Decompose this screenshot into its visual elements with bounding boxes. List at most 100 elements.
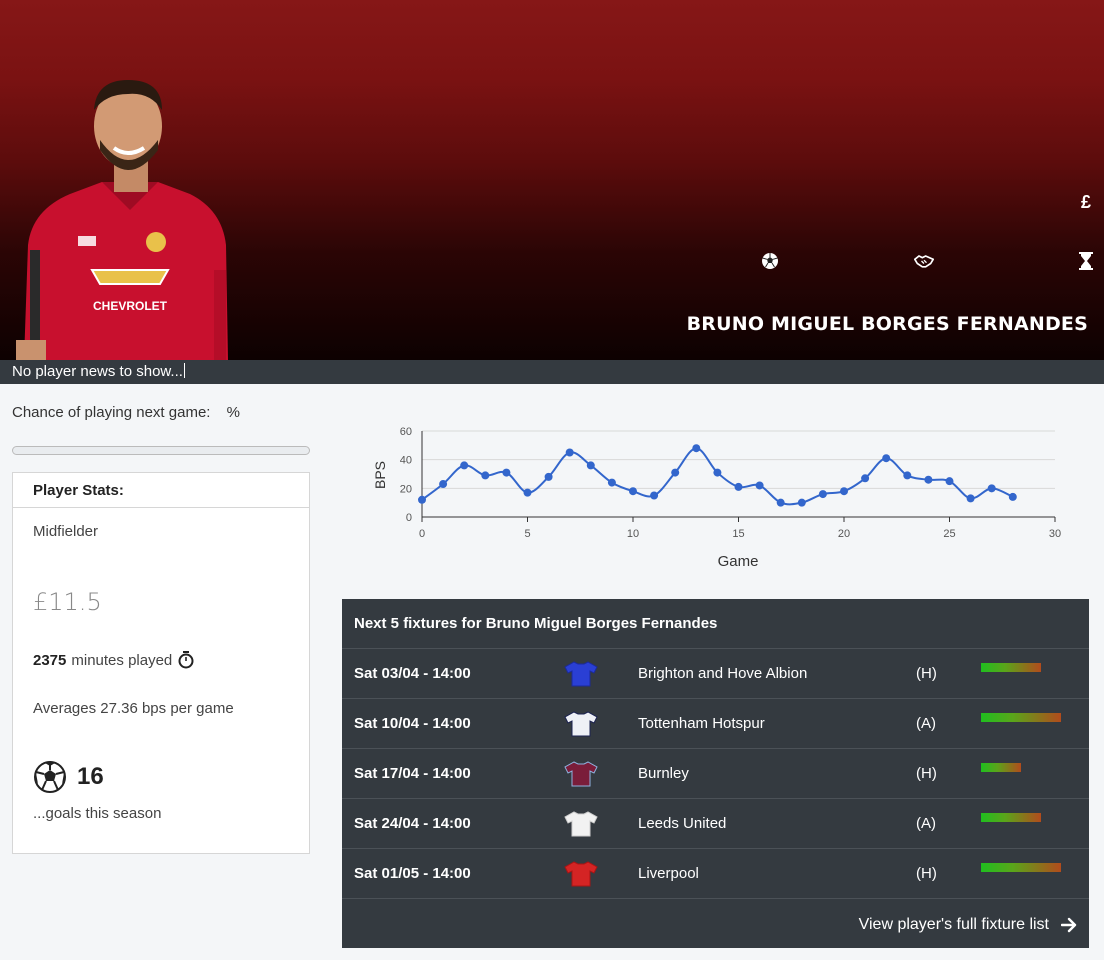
arrow-right-icon[interactable]	[1061, 917, 1077, 933]
chart-x-axis-label: Game	[718, 553, 759, 570]
chart-y-axis-label: BPS	[372, 461, 388, 489]
chart-point	[818, 490, 827, 499]
chart-point	[1008, 492, 1017, 501]
fixture-venue: (H)	[916, 765, 937, 782]
chart-y-tick: 20	[400, 483, 412, 495]
fixture-venue: (A)	[916, 815, 936, 832]
minutes-played: 2375 minutes played	[33, 651, 194, 669]
fixture-venue: (H)	[916, 865, 937, 882]
chart-point	[481, 471, 490, 480]
fixture-row: Sat 10/04 - 14:00 Tottenham Hotspur (A)	[342, 699, 1089, 749]
player-price: £11.5	[33, 588, 102, 616]
chart-point	[966, 494, 975, 503]
fixture-date: Sat 10/04 - 14:00	[354, 715, 471, 732]
full-fixture-list-label[interactable]: View player's full fixture list	[859, 916, 1049, 934]
chart-point	[924, 475, 933, 484]
fixture-difficulty-bar	[981, 813, 1041, 822]
team-shirt-icon	[564, 811, 598, 837]
chart-point	[713, 468, 722, 477]
fixture-difficulty-bar	[981, 863, 1061, 872]
chart-point	[523, 488, 532, 497]
fixture-row: Sat 17/04 - 14:00 Burnley (H)	[342, 749, 1089, 799]
chart-point	[692, 444, 701, 453]
fixture-date: Sat 17/04 - 14:00	[354, 765, 471, 782]
chart-point	[734, 482, 743, 491]
fixture-opponent: Brighton and Hove Albion	[638, 665, 808, 682]
fixture-row: Sat 01/05 - 14:00 Liverpool (H)	[342, 849, 1089, 899]
chart-point	[987, 484, 996, 493]
chart-point	[607, 478, 616, 487]
chart-point	[439, 480, 448, 489]
player-stats-header: Player Stats:	[13, 473, 309, 508]
chart-point	[797, 498, 806, 507]
chart-x-tick: 5	[524, 528, 530, 540]
chart-point	[650, 491, 659, 500]
chart-point	[671, 468, 680, 477]
bps-chart: 0 20 40 60 0 5 10 15 20 25 30 Game BPS	[342, 414, 1088, 574]
svg-text:CHEVROLET: CHEVROLET	[93, 299, 168, 313]
bps-chart-svg: 0 20 40 60 0 5 10 15 20 25 30 Game BPS	[372, 426, 1061, 570]
player-position: Midfielder	[33, 523, 99, 540]
chart-point	[776, 498, 785, 507]
handshake-icon	[914, 255, 934, 268]
fixture-difficulty-bar	[981, 713, 1061, 722]
football-icon	[34, 761, 66, 793]
fixture-opponent: Liverpool	[638, 865, 699, 882]
fixture-date: Sat 24/04 - 14:00	[354, 815, 471, 832]
player-name: BRUNO MIGUEL BORGES FERNANDES	[686, 313, 1088, 335]
minutes-label: minutes played	[71, 651, 173, 669]
chart-x-tick: 0	[419, 528, 425, 540]
player-stats-card: Player Stats: Midfielder £11.5 2375 minu…	[12, 472, 310, 854]
price-icon: £	[1080, 191, 1091, 212]
fixture-opponent: Tottenham Hotspur	[638, 715, 765, 732]
team-shirt-icon	[564, 661, 598, 687]
chart-y-tick: 60	[400, 426, 412, 438]
chance-of-playing: Chance of playing next game: %	[12, 404, 240, 421]
chart-point	[565, 448, 574, 457]
player-news-bar: No player news to show...	[0, 360, 1104, 384]
team-shirt-icon	[564, 761, 598, 787]
minutes-value: 2375	[33, 651, 67, 669]
fixture-venue: (A)	[916, 715, 936, 732]
chart-point	[945, 477, 954, 486]
chance-unit: %	[226, 404, 240, 421]
chart-x-tick: 15	[732, 528, 744, 540]
chart-y-tick: 40	[400, 455, 412, 467]
fixture-venue: (H)	[916, 665, 937, 682]
chart-x-tick: 25	[943, 528, 955, 540]
chance-label: Chance of playing next game:	[12, 404, 211, 421]
fixture-difficulty-bar	[981, 763, 1021, 772]
goals-value: 16	[77, 763, 104, 790]
text-cursor	[183, 363, 185, 378]
fixture-date: Sat 01/05 - 14:00	[354, 865, 471, 882]
bps-average: Averages 27.36 bps per game	[33, 700, 234, 717]
football-icon	[762, 253, 778, 269]
chance-progress-bar	[12, 446, 310, 455]
fixture-row: Sat 03/04 - 14:00 Brighton and Hove Albio…	[342, 649, 1089, 699]
fixture-date: Sat 03/04 - 14:00	[354, 665, 471, 682]
player-news-text: No player news to show...	[12, 363, 183, 380]
stopwatch-icon	[178, 651, 194, 669]
chart-point	[861, 474, 870, 483]
chart-x-tick: 30	[1049, 528, 1061, 540]
goals-stat: 16	[33, 760, 104, 794]
fixture-opponent: Burnley	[638, 765, 689, 782]
goals-label: ...goals this season	[33, 805, 162, 822]
chart-point	[755, 481, 764, 490]
fixtures-title: Next 5 fixtures for Bruno Miguel Borges …	[342, 599, 1089, 649]
player-hero: CHEVROLET £ BRUNO MIGUEL BORGES FERNANDE…	[0, 0, 1104, 360]
hourglass-icon	[1079, 252, 1093, 270]
chart-point	[544, 472, 553, 481]
player-photo: CHEVROLET	[16, 80, 228, 360]
chart-point	[418, 495, 426, 504]
fixture-difficulty-bar	[981, 663, 1041, 672]
chart-point	[502, 468, 511, 477]
chart-point	[840, 487, 848, 496]
chart-x-tick: 20	[838, 528, 850, 540]
chart-point	[460, 461, 469, 470]
chart-point	[882, 454, 891, 463]
team-shirt-icon	[564, 861, 598, 887]
fixture-row: Sat 24/04 - 14:00 Leeds United (A)	[342, 799, 1089, 849]
full-fixture-list-link[interactable]: View player's full fixture list	[859, 916, 1077, 934]
chart-y-tick: 0	[406, 512, 412, 524]
